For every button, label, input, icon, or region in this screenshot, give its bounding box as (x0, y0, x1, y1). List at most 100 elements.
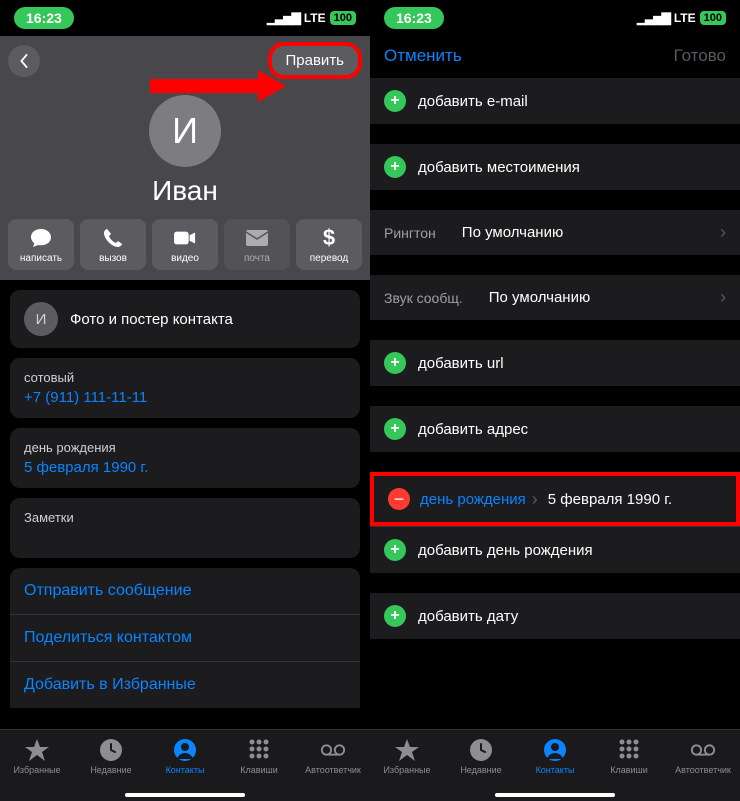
add-date-label: добавить дату (418, 608, 726, 625)
birthday-value: 5 февраля 1990 г. (24, 459, 346, 476)
person-icon (542, 738, 568, 762)
birthday-key-label: день рождения (420, 491, 526, 508)
home-indicator[interactable] (125, 793, 245, 797)
voicemail-icon (320, 738, 346, 762)
send-message-link[interactable]: Отправить сообщение (10, 568, 360, 614)
plus-icon: + (384, 605, 406, 627)
mail-icon (246, 227, 268, 249)
add-favorite-link[interactable]: Добавить в Избранные (10, 661, 360, 708)
signal-icon: ▁▃▅▇ (637, 11, 670, 25)
tab-voicemail[interactable]: Автоответчик (666, 730, 740, 801)
add-pronouns-cell[interactable]: + добавить местоимения (370, 144, 740, 190)
plus-icon: + (384, 418, 406, 440)
cancel-button[interactable]: Отменить (384, 46, 462, 66)
photo-poster-card[interactable]: И Фото и постер контакта (10, 290, 360, 348)
ringtone-cell[interactable]: Рингтон По умолчанию › (370, 210, 740, 255)
mobile-card[interactable]: сотовый +7 (911) 111-11-11 (10, 358, 360, 418)
share-contact-link[interactable]: Поделиться контактом (10, 614, 360, 661)
birthday-highlight: − день рождения › 5 февраля 1990 г. (370, 472, 740, 526)
network-label: LTE (674, 11, 696, 25)
tab-recents[interactable]: Недавние (74, 730, 148, 801)
action-pay[interactable]: $ перевод (296, 219, 362, 270)
status-bar: 16:23 ▁▃▅▇ LTE 100 (370, 0, 740, 36)
done-button[interactable]: Готово (674, 46, 727, 66)
textsound-cell[interactable]: Звук сообщ. По умолчанию › (370, 275, 740, 320)
content-left: И Фото и постер контакта сотовый +7 (911… (0, 280, 370, 729)
battery-badge: 100 (330, 11, 356, 25)
birthday-label: день рождения (24, 440, 346, 455)
plus-icon: + (384, 539, 406, 561)
notes-card[interactable]: Заметки (10, 498, 360, 558)
avatar[interactable]: И (149, 95, 221, 167)
notes-label: Заметки (24, 510, 346, 525)
action-video[interactable]: видео (152, 219, 218, 270)
tab-keypad[interactable]: Клавиши (222, 730, 296, 801)
add-pronouns-label: добавить местоимения (418, 159, 726, 176)
add-address-cell[interactable]: + добавить адрес (370, 406, 740, 452)
tab-voicemail-label: Автоответчик (305, 765, 361, 775)
tab-recents-label: Недавние (90, 765, 131, 775)
status-right: ▁▃▅▇ LTE 100 (637, 11, 726, 25)
ringtone-key: Рингтон (384, 225, 436, 241)
keypad-icon (246, 738, 272, 762)
status-right: ▁▃▅▇ LTE 100 (267, 11, 356, 25)
action-write[interactable]: написать (8, 219, 74, 270)
tab-favorites[interactable]: Избранные (370, 730, 444, 801)
action-video-label: видео (171, 253, 199, 264)
tab-favorites[interactable]: Избранные (0, 730, 74, 801)
plus-icon: + (384, 352, 406, 374)
tab-contacts[interactable]: Контакты (518, 730, 592, 801)
add-url-label: добавить url (418, 355, 726, 372)
mobile-value: +7 (911) 111-11-11 (24, 389, 346, 406)
plus-icon: + (384, 90, 406, 112)
battery-badge: 100 (700, 11, 726, 25)
tab-contacts-label: Контакты (166, 765, 205, 775)
chevron-right-icon: › (720, 222, 726, 243)
minus-icon[interactable]: − (388, 488, 410, 510)
clock-icon (98, 738, 124, 762)
add-birthday-cell[interactable]: + добавить день рождения (370, 526, 740, 573)
chevron-right-icon: › (720, 287, 726, 308)
tab-contacts[interactable]: Контакты (148, 730, 222, 801)
message-icon (30, 227, 52, 249)
textsound-value: По умолчанию (489, 289, 708, 306)
dollar-icon: $ (318, 227, 340, 249)
status-time: 16:23 (384, 7, 444, 29)
tab-voicemail-label: Автоответчик (675, 765, 731, 775)
birthday-card[interactable]: день рождения 5 февраля 1990 г. (10, 428, 360, 488)
add-url-cell[interactable]: + добавить url (370, 340, 740, 386)
home-indicator[interactable] (495, 793, 615, 797)
birthday-key-link[interactable]: день рождения › (420, 489, 538, 510)
tab-keypad-label: Клавиши (240, 765, 278, 775)
phone-icon (102, 227, 124, 249)
signal-icon: ▁▃▅▇ (267, 11, 300, 25)
topbar: Править (0, 36, 370, 85)
mobile-label: сотовый (24, 370, 346, 385)
tab-voicemail[interactable]: Автоответчик (296, 730, 370, 801)
textsound-key: Звук сообщ. (384, 290, 463, 306)
chevron-right-icon: › (532, 489, 538, 510)
chevron-left-icon (18, 54, 30, 68)
back-button[interactable] (8, 45, 40, 77)
phone-right: 16:23 ▁▃▅▇ LTE 100 Отменить Готово + доб… (370, 0, 740, 801)
add-date-cell[interactable]: + добавить дату (370, 593, 740, 639)
action-write-label: написать (20, 253, 62, 264)
star-icon (24, 738, 50, 762)
tab-recents[interactable]: Недавние (444, 730, 518, 801)
action-call[interactable]: вызов (80, 219, 146, 270)
tabbar: Избранные Недавние Контакты Клавиши Авто… (0, 729, 370, 801)
tabbar: Избранные Недавние Контакты Клавиши Авто… (370, 729, 740, 801)
tab-keypad[interactable]: Клавиши (592, 730, 666, 801)
birthday-row[interactable]: − день рождения › 5 февраля 1990 г. (374, 476, 736, 522)
keypad-icon (616, 738, 642, 762)
avatar-small: И (24, 302, 58, 336)
annotation-arrow (150, 79, 260, 93)
add-address-label: добавить адрес (418, 421, 726, 438)
video-icon (174, 227, 196, 249)
add-email-cell[interactable]: + добавить e-mail (370, 78, 740, 124)
tab-keypad-label: Клавиши (610, 765, 648, 775)
tab-favorites-label: Избранные (383, 765, 430, 775)
tab-contacts-label: Контакты (536, 765, 575, 775)
edit-list: + добавить e-mail + добавить местоимения… (370, 78, 740, 729)
add-birthday-label: добавить день рождения (418, 542, 726, 559)
